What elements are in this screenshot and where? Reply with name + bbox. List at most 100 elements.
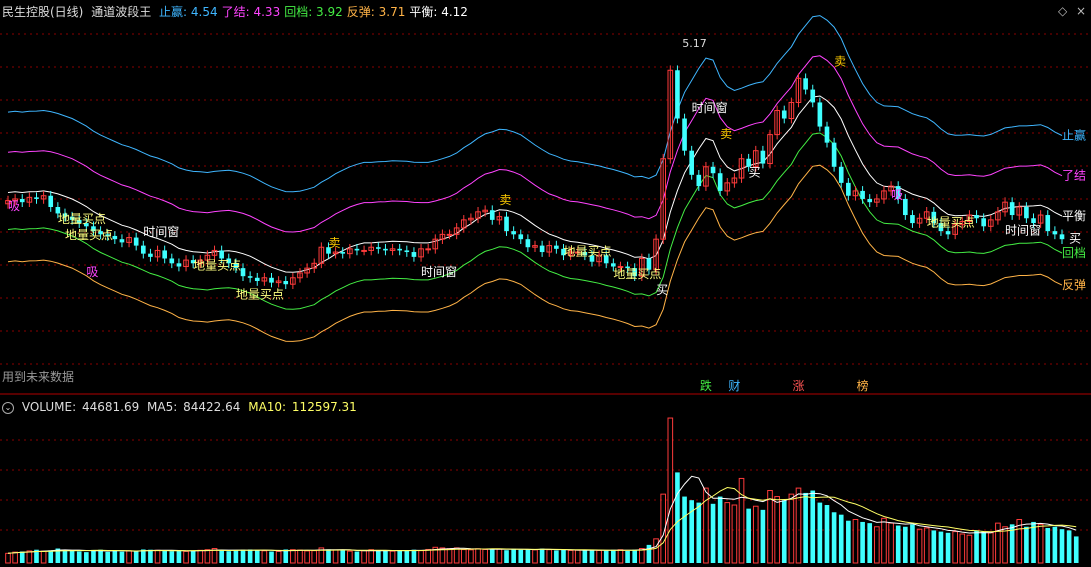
volume-bar (760, 509, 766, 563)
volume-bar (795, 487, 802, 564)
volume-bar (105, 551, 111, 563)
volume-bar (682, 496, 687, 563)
candle-body (860, 190, 865, 199)
volume-bar (910, 524, 915, 563)
candle-body (240, 268, 246, 277)
signal-label: 时间窗 (1005, 223, 1041, 237)
volume-bar (903, 526, 908, 563)
volume-bar (860, 521, 865, 563)
candle-body (354, 248, 360, 251)
volume-bar (326, 549, 331, 563)
signal-label: 地量买点 (236, 288, 284, 302)
candle-body (781, 110, 787, 119)
candle-body (760, 150, 766, 164)
volume-bar (959, 533, 966, 564)
volume-bar (511, 548, 516, 563)
signal-label: 卖 (834, 54, 846, 68)
volume-bar (197, 549, 204, 564)
volume-bar (219, 550, 224, 563)
candle-body (48, 195, 54, 207)
volume-bar (881, 517, 887, 564)
volume-bar (446, 548, 453, 564)
volume-bar (275, 550, 282, 564)
band-label-0: 止赢 (1062, 128, 1086, 143)
volume-bar (154, 549, 161, 564)
volume-bar (561, 549, 566, 563)
volume-bar (504, 550, 509, 563)
volume-bar (254, 550, 260, 563)
volume-bar (26, 550, 33, 564)
volume-bar (731, 504, 738, 564)
candle-body (945, 231, 951, 235)
volume-bar (767, 490, 773, 564)
volume-bar (931, 530, 937, 563)
candle-body (489, 210, 495, 220)
volume-bar (76, 551, 82, 563)
volume-bar (617, 549, 624, 564)
volume-bar (418, 550, 424, 564)
volume-bar (190, 550, 196, 563)
volume-bar (12, 551, 18, 564)
candle-body (675, 70, 680, 119)
candle-body (974, 215, 979, 219)
volume-bar (824, 505, 830, 563)
volume-bar (453, 547, 460, 564)
signal-label: 吸 (8, 199, 20, 213)
event-marker: 榜 (857, 378, 869, 393)
volume-bar (204, 549, 211, 564)
candle-body (696, 174, 702, 187)
volume-bar (888, 522, 894, 564)
candle-body (397, 248, 403, 251)
volume-bar (91, 549, 96, 563)
volume-bar (361, 550, 367, 564)
candle-body (838, 166, 844, 183)
volume-bar (140, 549, 146, 563)
volume-bar (639, 548, 645, 564)
candle-body (361, 249, 367, 252)
volume-bar (304, 550, 310, 564)
volume-bar (518, 549, 524, 563)
volume-bar (383, 550, 388, 563)
candle-body (1059, 234, 1065, 240)
candle-body (340, 252, 346, 254)
volume-bar (5, 552, 11, 564)
volume-bar (981, 531, 986, 563)
volume-bar (1031, 521, 1036, 563)
band-label-2: 平衡 (1062, 209, 1086, 223)
volume-bar (1073, 536, 1079, 563)
volume-bar (1024, 526, 1029, 563)
volume-bar (496, 548, 503, 564)
band-label-3: 回档 (1062, 246, 1086, 260)
candle-body (689, 150, 694, 175)
volume-bar (40, 550, 47, 564)
signal-label: 地量买点 (58, 212, 106, 226)
signal-label: 吸 (891, 188, 903, 202)
candle-body (810, 89, 816, 103)
volume-bar (717, 496, 723, 563)
signal-label: 买 (749, 165, 761, 179)
band-line-0 (7, 15, 1063, 193)
volume-bar (347, 550, 353, 564)
event-marker: 涨 (792, 378, 804, 393)
volume-bar (1045, 527, 1051, 563)
candle-body (511, 231, 516, 235)
candle-body (19, 198, 25, 203)
volume-bar (752, 505, 759, 564)
signal-label: 时间窗 (421, 265, 457, 279)
volume-bar (653, 538, 659, 564)
volume-bar (603, 550, 609, 563)
volume-bar (803, 492, 808, 563)
volume-bar (404, 550, 410, 563)
volume-bar (119, 551, 125, 563)
volume-bar (397, 550, 403, 563)
candlestick-chart[interactable]: 止赢了结平衡回档反弹5.17吸地量买点地量买点吸时间窗地量买点地量买点卖时间窗卖… (0, 0, 1091, 567)
volume-bar (852, 519, 859, 564)
volume-bar (831, 512, 837, 563)
candle-body (803, 78, 808, 90)
volume-bar (525, 549, 531, 563)
signal-label: 买 (656, 283, 668, 297)
volume-bar (724, 502, 731, 564)
candle-body (404, 250, 410, 253)
signal-label: 时间窗 (692, 101, 728, 115)
volume-bar (468, 549, 474, 564)
